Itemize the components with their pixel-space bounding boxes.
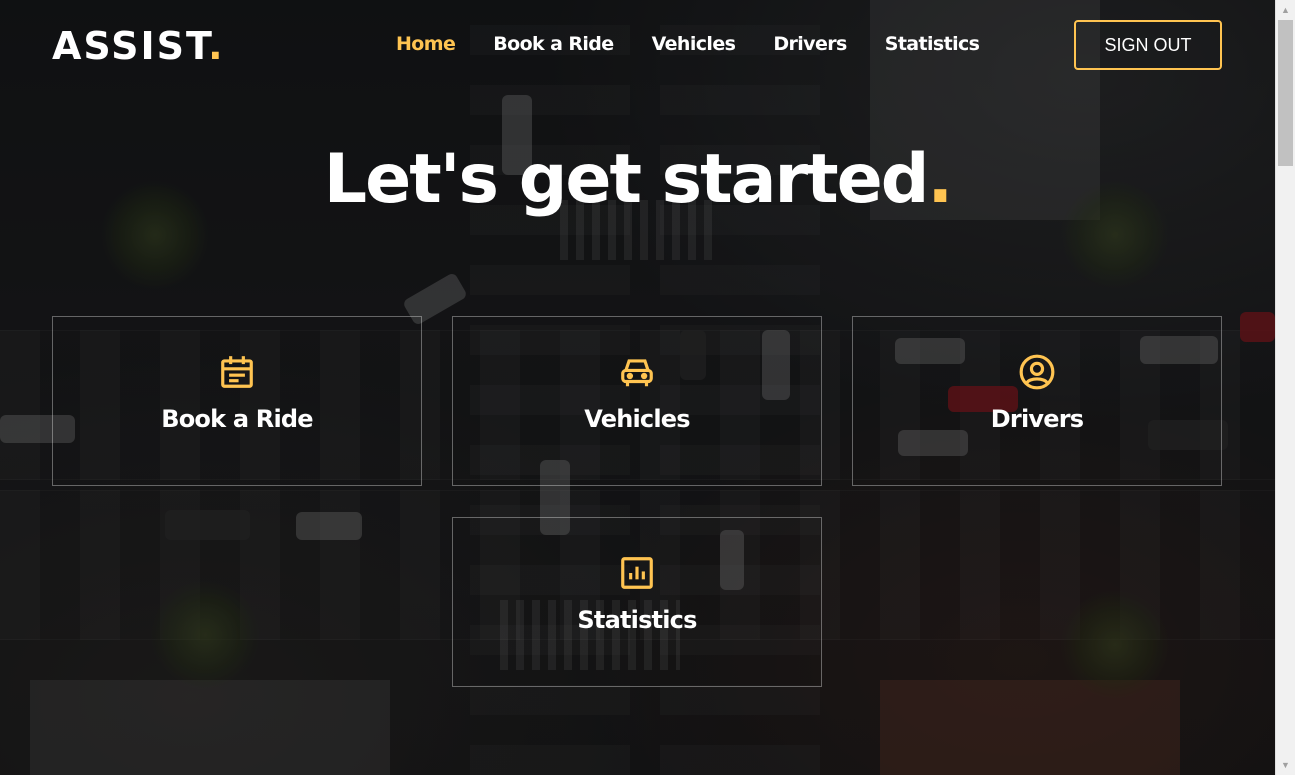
car-icon bbox=[621, 359, 653, 387]
page-title: Let's get started. bbox=[0, 140, 1275, 219]
card-label: Statistics bbox=[577, 606, 697, 634]
card-vehicles[interactable]: Vehicles bbox=[452, 316, 822, 486]
page-title-dot: . bbox=[927, 140, 953, 219]
calendar-icon bbox=[221, 356, 253, 388]
scroll-up-arrow-icon[interactable]: ▲ bbox=[1279, 3, 1292, 17]
page-title-text: Let's get started bbox=[323, 140, 930, 219]
sign-out-button[interactable]: SIGN OUT bbox=[1074, 20, 1222, 70]
scroll-down-arrow-icon[interactable]: ▼ bbox=[1279, 758, 1292, 772]
card-statistics[interactable]: Statistics bbox=[452, 517, 822, 687]
nav-statistics[interactable]: Statistics bbox=[885, 33, 980, 55]
user-circle-icon bbox=[1019, 354, 1055, 390]
card-book-a-ride[interactable]: Book a Ride bbox=[52, 316, 422, 486]
card-label: Book a Ride bbox=[161, 405, 313, 433]
nav-drivers[interactable]: Drivers bbox=[773, 33, 847, 55]
bar-chart-icon bbox=[621, 557, 653, 589]
card-label: Drivers bbox=[990, 405, 1084, 433]
card-drivers[interactable]: Drivers bbox=[852, 316, 1222, 486]
brand-dot: . bbox=[208, 24, 225, 68]
card-label: Vehicles bbox=[584, 405, 690, 433]
main-nav: Home Book a Ride Vehicles Drivers Statis… bbox=[396, 33, 1017, 55]
nav-home[interactable]: Home bbox=[396, 33, 456, 55]
brand-name: ASSIST bbox=[52, 24, 209, 68]
nav-vehicles[interactable]: Vehicles bbox=[652, 33, 736, 55]
nav-book-a-ride[interactable]: Book a Ride bbox=[493, 33, 614, 55]
hero-background: ASSIST. Home Book a Ride Vehicles Driver… bbox=[0, 0, 1275, 775]
brand-logo[interactable]: ASSIST. bbox=[52, 24, 225, 68]
scrollbar-thumb[interactable] bbox=[1278, 20, 1293, 166]
